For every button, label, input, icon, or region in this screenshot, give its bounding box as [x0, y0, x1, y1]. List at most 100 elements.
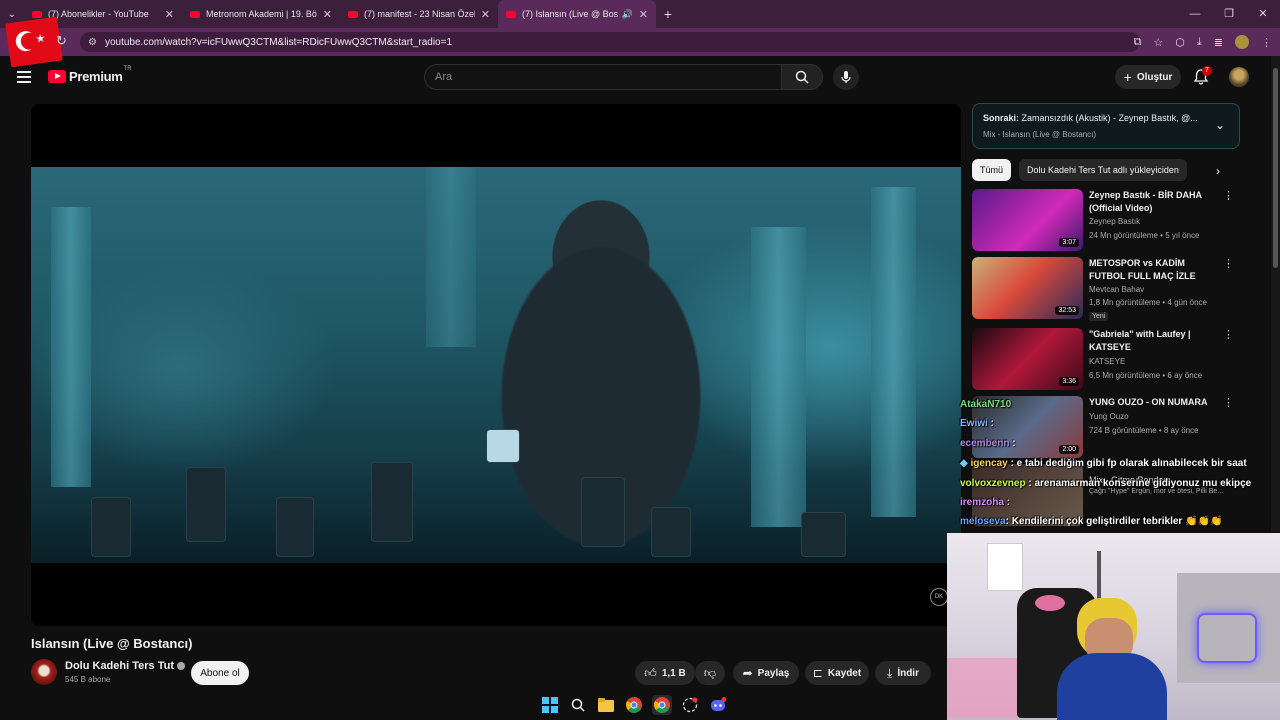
os-taskbar — [540, 694, 728, 716]
up-next-panel[interactable]: Sonraki: Zamansızdık (Akustik) - Zeynep … — [972, 103, 1240, 149]
browser-tab-active[interactable]: (7) Islansın (Live @ Bostancı) 🔊 ✕ — [498, 0, 656, 28]
chat-message: Ewiwi : — [960, 418, 994, 429]
rec-meta: 6,5 Mn görüntüleme • 6 ay önce — [1089, 371, 1203, 380]
browser-tab[interactable]: (7) manifest - 23 Nisan Özel Vi ✕ — [340, 0, 498, 28]
chevron-down-icon[interactable]: ⌄ — [1215, 118, 1225, 132]
profile-avatar[interactable] — [1235, 35, 1249, 49]
site-info-icon[interactable]: ⚙ — [88, 37, 97, 48]
share-button[interactable]: ➦ Paylaş — [733, 661, 799, 685]
share-arrow-icon: ➦ — [742, 666, 753, 680]
up-next-subtitle: Mix - Islansın (Live @ Bostancı) — [983, 130, 1097, 139]
rec-channel[interactable]: Zeynep Bastık — [1089, 217, 1140, 226]
close-window-icon[interactable]: ✕ — [1246, 0, 1280, 28]
channel-avatar[interactable] — [31, 659, 57, 685]
chip-all[interactable]: Tümü — [972, 159, 1012, 181]
channel-watermark-icon[interactable]: DK — [930, 588, 948, 606]
youtube-favicon-icon — [190, 10, 200, 18]
more-options-icon[interactable]: ⋮ — [1223, 328, 1234, 341]
youtube-logo[interactable]: Premium TR — [48, 66, 132, 84]
recommendation-item[interactable]: 3:36 "Gabriela" with Laufey | KATSEYE KA… — [972, 328, 1240, 390]
like-button[interactable]: 👍︎ 1,1 B — [635, 661, 695, 685]
save-button[interactable]: ⊏ Kaydet — [805, 661, 869, 685]
search-input[interactable] — [435, 65, 781, 89]
page-scrollbar[interactable] — [1271, 56, 1280, 532]
bookmark-icon: ⊏ — [812, 666, 823, 680]
tab-title: Metronom Akademi | 19. Bölüm — [206, 9, 317, 19]
microphone-icon — [841, 71, 851, 83]
download-label: İndir — [897, 667, 919, 679]
recommendation-item[interactable]: 32:53 METOSPOR vs KADİM FUTBOL FULL MAÇ … — [972, 257, 1240, 321]
url-text[interactable]: youtube.com/watch?v=icFUwwQ3CTM&list=RDi… — [105, 37, 452, 48]
search-button[interactable] — [781, 64, 823, 90]
browser-tab[interactable]: Metronom Akademi | 19. Bölüm ✕ — [182, 0, 340, 28]
tab-close-icon[interactable]: ✕ — [323, 8, 332, 21]
tab-close-icon[interactable]: ✕ — [165, 8, 174, 21]
app-icon[interactable] — [680, 695, 700, 715]
rec-channel[interactable]: Mevtcan Bahav — [1089, 285, 1144, 294]
duration-badge: 2:00 — [1059, 445, 1079, 454]
filter-chips: Tümü Dolu Kadehi Ters Tut adlı yükleyici… — [972, 159, 1187, 181]
duration-badge: 3:07 — [1059, 238, 1079, 247]
speaker-icon[interactable]: 🔊 — [622, 9, 633, 20]
rec-channel[interactable]: KATSEYE — [1089, 357, 1125, 366]
user-avatar[interactable] — [1229, 67, 1249, 87]
share-label: Paylaş — [757, 667, 790, 679]
rec-title[interactable]: "Gabriela" with Laufey | KATSEYE — [1089, 328, 1221, 354]
rec-channel[interactable]: Çağrı "Hype" Ergün, mor ve ötesi, Pilli … — [1089, 488, 1223, 495]
download-icon[interactable]: ⤓ — [1197, 36, 1202, 49]
url-field[interactable]: ⚙ youtube.com/watch?v=icFUwwQ3CTM&list=R… — [80, 32, 1140, 52]
streamer-webcam — [947, 533, 1280, 720]
chevron-right-icon[interactable]: › — [1216, 164, 1220, 178]
rec-title[interactable]: Zeynep Bastık - BİR DAHA (Official Video… — [1089, 189, 1221, 215]
recommendation-item[interactable]: 3:07 Zeynep Bastık - BİR DAHA (Official … — [972, 189, 1240, 251]
search-icon — [795, 70, 809, 84]
rec-title[interactable]: YUNG OUZO - ON NUMARA — [1089, 396, 1221, 409]
tab-close-icon[interactable]: ✕ — [639, 8, 648, 21]
rec-channel[interactable]: Yung Ouzo — [1089, 412, 1129, 421]
discord-icon[interactable] — [708, 695, 728, 715]
video-player[interactable]: DK — [31, 104, 961, 626]
youtube-favicon-icon — [348, 10, 358, 18]
media-control-icon[interactable]: ≣ — [1214, 36, 1223, 49]
more-options-icon[interactable]: ⋮ — [1223, 396, 1234, 409]
turkey-flag-image: ★ — [5, 16, 63, 68]
extensions-icon[interactable]: ⬡ — [1175, 36, 1185, 49]
voice-search-button[interactable] — [833, 64, 859, 90]
search-taskbar-icon[interactable] — [568, 695, 588, 715]
download-button[interactable]: ⤓ İndir — [875, 661, 931, 685]
create-button[interactable]: + Oluştur — [1115, 65, 1181, 89]
tab-title: (7) manifest - 23 Nisan Özel Vi — [364, 9, 475, 19]
window-controls: — ❐ ✕ — [1178, 0, 1280, 28]
tab-close-icon[interactable]: ✕ — [481, 8, 490, 21]
dislike-button[interactable]: 👎︎ — [695, 661, 725, 685]
file-explorer-icon[interactable] — [596, 695, 616, 715]
video-thumbnail[interactable]: 3:07 — [972, 189, 1083, 251]
chip-from-uploader[interactable]: Dolu Kadehi Ters Tut adlı yükleyiciden — [1019, 159, 1187, 181]
chrome-icon[interactable] — [624, 695, 644, 715]
browser-toolbar-right: ⧉ ☆ ⬡ ⤓ ≣ ⋮ — [1134, 32, 1272, 52]
video-thumbnail[interactable]: 3:36 — [972, 328, 1083, 390]
channel-name[interactable]: Dolu Kadehi Ters Tut — [65, 660, 174, 672]
up-next-title-row: Sonraki: Zamansızdık (Akustik) - Zeynep … — [983, 113, 1203, 123]
rec-meta: 1,8 Mn görüntüleme • 4 gün önce — [1089, 298, 1207, 307]
browser-menu-icon[interactable]: ⋮ — [1261, 36, 1272, 49]
reload-icon[interactable]: ↻ — [56, 33, 67, 49]
rec-title[interactable]: METOSPOR vs KADİM FUTBOL FULL MAÇ İZLE — [1089, 257, 1221, 283]
new-tab-button[interactable]: + — [656, 6, 680, 22]
restore-icon[interactable]: ❐ — [1212, 0, 1246, 28]
more-options-icon[interactable]: ⋮ — [1223, 257, 1234, 270]
more-options-icon[interactable]: ⋮ — [1223, 189, 1234, 202]
minimize-icon[interactable]: — — [1178, 0, 1212, 28]
windows-start-icon[interactable] — [540, 695, 560, 715]
menu-icon[interactable] — [17, 71, 31, 83]
up-next-label: Sonraki: — [983, 113, 1020, 123]
chat-message: ecembenn : — [960, 438, 1016, 449]
chrome-active-icon[interactable] — [652, 695, 672, 715]
channel-name-row[interactable]: Dolu Kadehi Ters Tut — [65, 660, 185, 672]
recommendation-item[interactable]: Mix - Gitme Benden Çağrı "Hype" Ergün, m… — [972, 464, 1240, 526]
video-thumbnail[interactable]: 32:53 — [972, 257, 1083, 319]
install-app-icon[interactable]: ⧉ — [1134, 36, 1142, 49]
chat-message: AtakaN710 — [960, 399, 1012, 410]
subscribe-button[interactable]: Abone ol — [191, 661, 249, 685]
bookmark-star-icon[interactable]: ☆ — [1153, 36, 1163, 49]
